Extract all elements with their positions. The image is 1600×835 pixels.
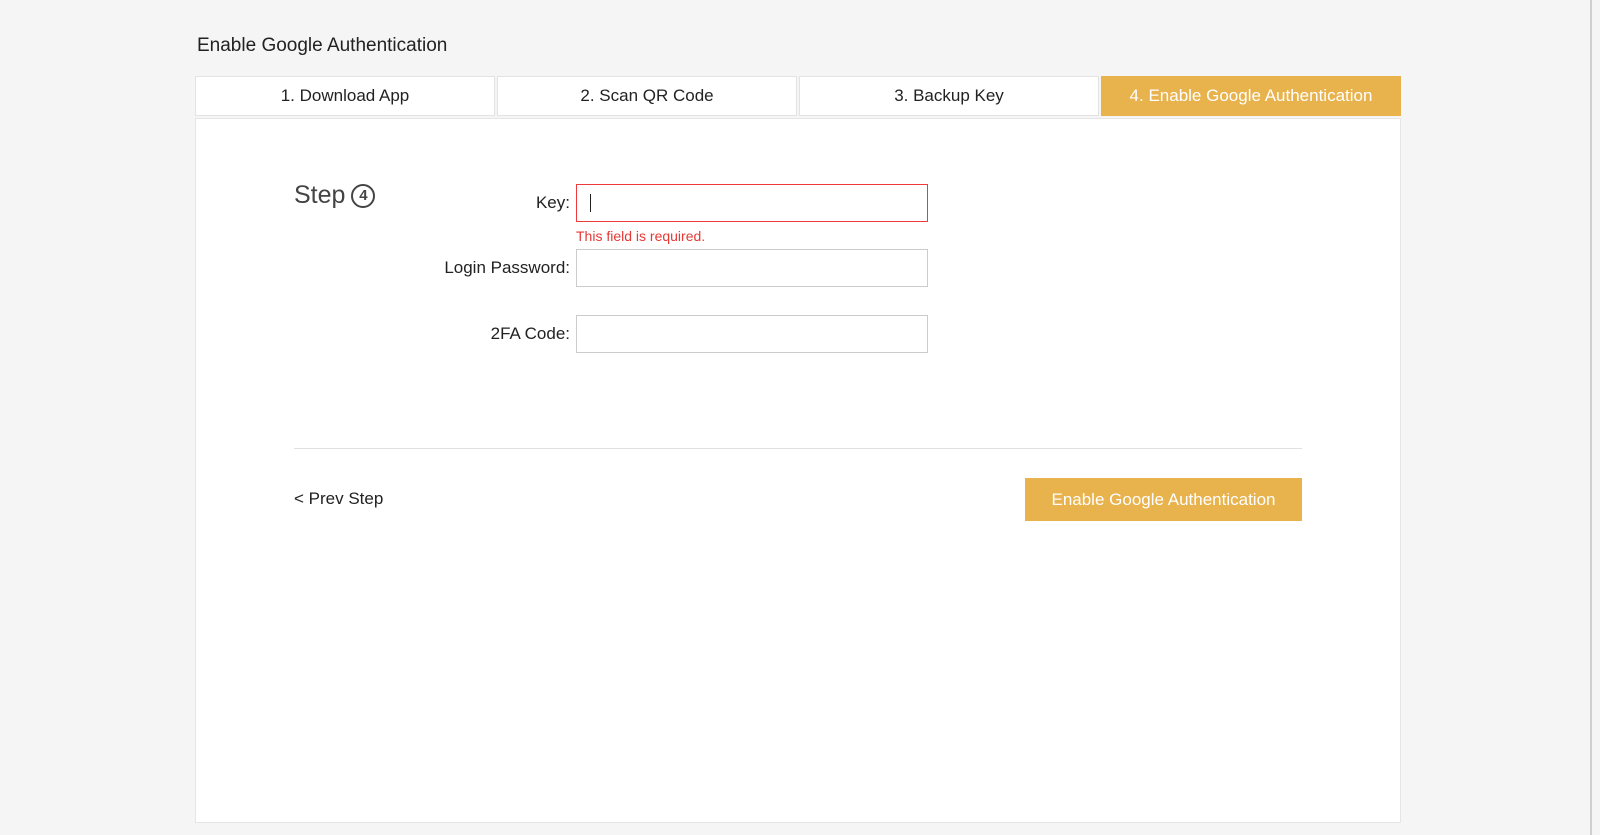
tab-backup-key[interactable]: 3. Backup Key bbox=[799, 76, 1099, 116]
prev-step-link[interactable]: < Prev Step bbox=[294, 489, 383, 509]
key-error-message: This field is required. bbox=[576, 228, 706, 244]
twofa-code-row: 2FA Code: bbox=[196, 315, 1196, 353]
key-input[interactable] bbox=[576, 184, 928, 222]
step-panel: Step 4 Key: This field is required. Logi… bbox=[195, 118, 1401, 823]
page-title: Enable Google Authentication bbox=[197, 35, 448, 56]
text-cursor bbox=[590, 194, 591, 212]
tab-enable-google-authentication[interactable]: 4. Enable Google Authentication bbox=[1101, 76, 1401, 116]
tab-download-app[interactable]: 1. Download App bbox=[195, 76, 495, 116]
login-password-input[interactable] bbox=[576, 249, 928, 287]
twofa-code-input[interactable] bbox=[576, 315, 928, 353]
login-password-label: Login Password: bbox=[444, 258, 570, 277]
enable-google-authentication-button[interactable]: Enable Google Authentication bbox=[1025, 478, 1302, 521]
divider bbox=[294, 448, 1302, 449]
tab-scan-qr-code[interactable]: 2. Scan QR Code bbox=[497, 76, 797, 116]
login-password-row: Login Password: bbox=[196, 249, 1196, 287]
scrollbar[interactable] bbox=[1590, 0, 1592, 835]
twofa-code-label: 2FA Code: bbox=[490, 324, 570, 343]
key-row: Key: bbox=[196, 184, 1196, 222]
key-label: Key: bbox=[535, 193, 570, 212]
step-tabs: 1. Download App 2. Scan QR Code 3. Backu… bbox=[195, 76, 1401, 116]
